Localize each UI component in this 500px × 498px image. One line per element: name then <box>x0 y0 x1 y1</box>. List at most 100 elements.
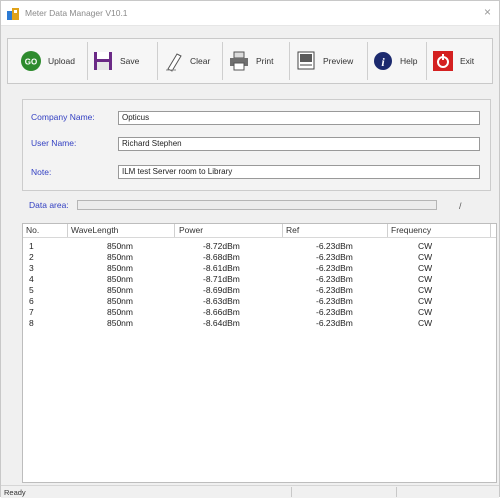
cell-ref: -6.23dBm <box>316 296 353 306</box>
cell-no: 2 <box>29 252 34 262</box>
table-row[interactable]: 4 850nm -8.71dBm -6.23dBm CW <box>23 274 496 285</box>
cell-ref: -6.23dBm <box>316 274 353 284</box>
cell-no: 8 <box>29 318 34 328</box>
print-label: Print <box>256 56 274 66</box>
cell-ref: -6.23dBm <box>316 285 353 295</box>
cell-power: -8.63dBm <box>203 296 240 306</box>
table-row[interactable]: 8 850nm -8.64dBm -6.23dBm CW <box>23 318 496 329</box>
column-divider[interactable] <box>387 224 388 237</box>
app-window: Meter Data Manager V10.1 × GO Upload Sav… <box>0 0 500 498</box>
go-icon: GO <box>21 51 41 71</box>
column-divider[interactable] <box>282 224 283 237</box>
clear-label: Clear <box>190 56 211 66</box>
floppy-icon <box>94 52 112 70</box>
exit-label: Exit <box>460 56 475 66</box>
close-icon[interactable]: × <box>484 5 491 19</box>
table-row[interactable]: 6 850nm -8.63dBm -6.23dBm CW <box>23 296 496 307</box>
exit-button[interactable]: Exit <box>428 43 478 79</box>
svg-text:GO: GO <box>25 58 37 67</box>
column-header-frequency[interactable]: Frequency <box>391 225 431 235</box>
cell-wavelength: 850nm <box>107 307 133 317</box>
table-row[interactable]: 5 850nm -8.69dBm -6.23dBm CW <box>23 285 496 296</box>
app-icon <box>7 8 19 20</box>
cell-frequency: CW <box>418 285 433 295</box>
cell-wavelength: 850nm <box>107 318 133 328</box>
upload-button[interactable]: GO Upload <box>16 43 79 79</box>
cell-no: 4 <box>29 274 34 284</box>
cell-wavelength: 850nm <box>107 252 133 262</box>
cell-no: 6 <box>29 296 34 306</box>
column-divider[interactable] <box>67 224 68 237</box>
cell-frequency: CW <box>418 274 433 284</box>
cell-power: -8.68dBm <box>203 252 240 262</box>
cell-power: -8.69dBm <box>203 285 240 295</box>
toolbar: GO Upload Save Clear Print Preview i Hel… <box>7 38 493 84</box>
cell-wavelength: 850nm <box>107 263 133 273</box>
data-area-bar <box>77 200 437 210</box>
toolbar-divider <box>289 42 290 80</box>
column-header-wavelength[interactable]: WaveLength <box>71 225 118 235</box>
user-name-field[interactable]: Richard Stephen <box>118 137 480 151</box>
cell-wavelength: 850nm <box>107 241 133 251</box>
help-label: Help <box>400 56 418 66</box>
cell-no: 1 <box>29 241 34 251</box>
status-bar: Ready <box>1 485 499 498</box>
cell-power: -8.61dBm <box>203 263 240 273</box>
upload-label: Upload <box>48 56 75 66</box>
cell-power: -8.66dBm <box>203 307 240 317</box>
preview-label: Preview <box>323 56 354 66</box>
column-header-ref[interactable]: Ref <box>286 225 299 235</box>
data-area-indicator: / <box>459 201 462 211</box>
status-pane-divider <box>291 487 292 497</box>
cell-power: -8.71dBm <box>203 274 240 284</box>
title-bar: Meter Data Manager V10.1 × <box>1 1 499 26</box>
data-area-label: Data area: <box>29 200 69 210</box>
printer-icon <box>230 51 248 71</box>
column-header-no[interactable]: No. <box>26 225 39 235</box>
status-pane-divider <box>396 487 397 497</box>
column-divider[interactable] <box>490 224 491 237</box>
table-row[interactable]: 1 850nm -8.72dBm -6.23dBm CW <box>23 241 496 252</box>
note-field[interactable]: ILM test Server room to Library <box>118 165 480 179</box>
preview-button[interactable]: Preview <box>291 43 357 79</box>
status-text: Ready <box>4 488 26 497</box>
window-title: Meter Data Manager V10.1 <box>25 8 128 18</box>
table-row[interactable]: 2 850nm -8.68dBm -6.23dBm CW <box>23 252 496 263</box>
table-row[interactable]: 3 850nm -8.61dBm -6.23dBm CW <box>23 263 496 274</box>
cell-frequency: CW <box>418 241 433 251</box>
cell-power: -8.64dBm <box>203 318 240 328</box>
cell-wavelength: 850nm <box>107 285 133 295</box>
cell-frequency: CW <box>418 307 433 317</box>
toolbar-divider <box>222 42 223 80</box>
data-table[interactable]: No. WaveLength Power Ref Frequency 1 850… <box>22 223 497 483</box>
cell-frequency: CW <box>418 252 433 262</box>
column-divider[interactable] <box>174 224 175 237</box>
table-header: No. WaveLength Power Ref Frequency <box>23 224 496 238</box>
save-label: Save <box>120 56 140 66</box>
cell-no: 5 <box>29 285 34 295</box>
cell-no: 7 <box>29 307 34 317</box>
cell-frequency: CW <box>418 318 433 328</box>
cell-frequency: CW <box>418 263 433 273</box>
cell-power: -8.72dBm <box>203 241 240 251</box>
company-name-field[interactable]: Opticus <box>118 111 480 125</box>
eraser-icon <box>166 53 182 72</box>
cell-ref: -6.23dBm <box>316 252 353 262</box>
cell-frequency: CW <box>418 296 433 306</box>
save-button[interactable]: Save <box>88 43 143 79</box>
cell-no: 3 <box>29 263 34 273</box>
table-row[interactable]: 7 850nm -8.66dBm -6.23dBm CW <box>23 307 496 318</box>
print-button[interactable]: Print <box>224 43 277 79</box>
cell-ref: -6.23dBm <box>316 318 353 328</box>
cell-wavelength: 850nm <box>107 296 133 306</box>
cell-ref: -6.23dBm <box>316 307 353 317</box>
user-name-label: User Name: <box>31 138 77 148</box>
preview-icon <box>297 51 315 70</box>
cell-ref: -6.23dBm <box>316 263 353 273</box>
help-button[interactable]: i Help <box>368 43 421 79</box>
company-name-label: Company Name: <box>31 112 95 122</box>
power-icon <box>433 51 453 71</box>
toolbar-divider <box>426 42 427 80</box>
column-header-power[interactable]: Power <box>179 225 203 235</box>
clear-button[interactable]: Clear <box>158 43 214 79</box>
